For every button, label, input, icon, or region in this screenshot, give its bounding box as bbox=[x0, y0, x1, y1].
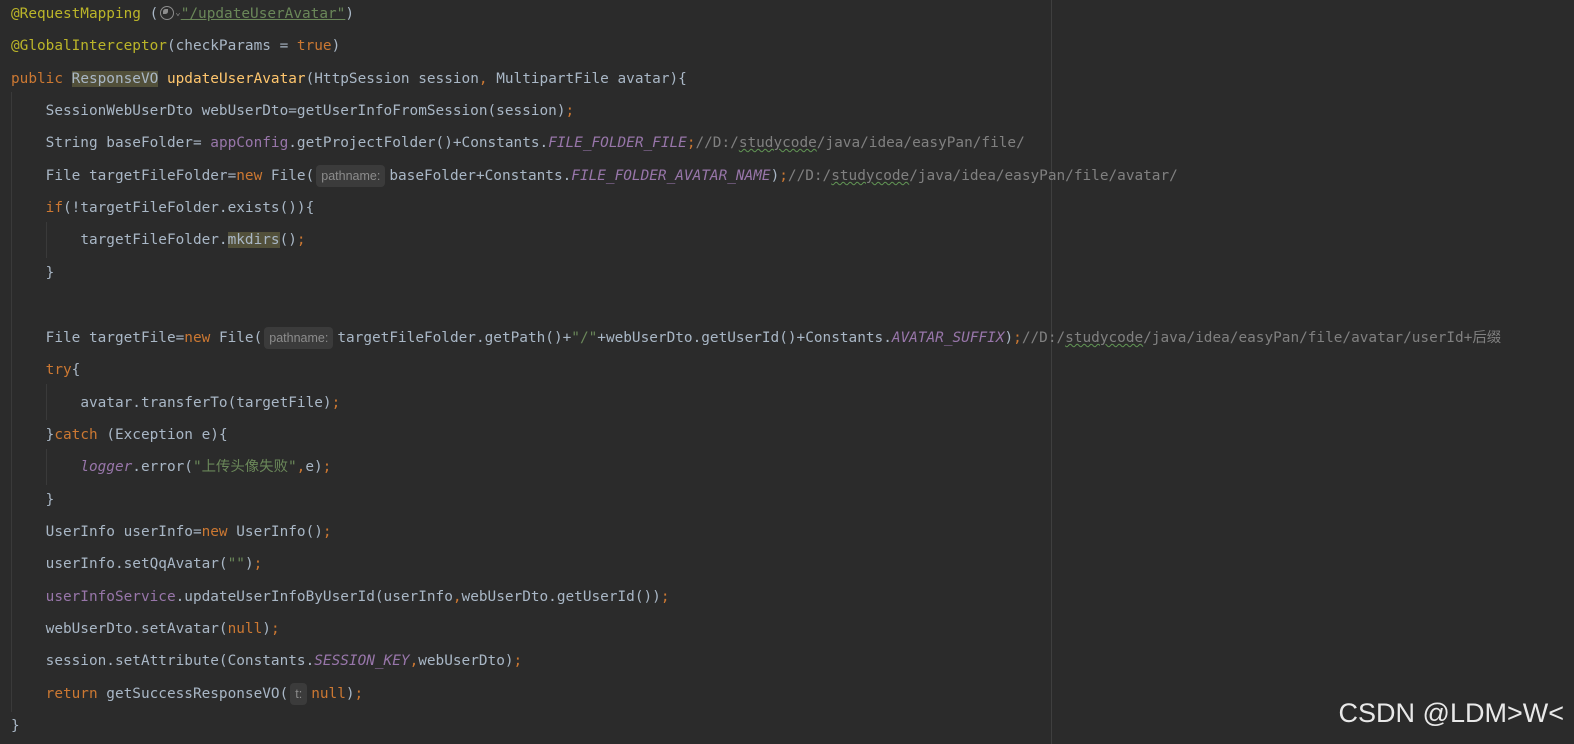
code-line-4[interactable]: SessionWebUserDto webUserDto=getUserInfo… bbox=[11, 99, 575, 123]
code-line-18[interactable]: userInfo.setQqAvatar(""); bbox=[11, 552, 263, 576]
code-line-19[interactable]: userInfoService.updateUserInfoByUserId(u… bbox=[11, 585, 670, 609]
parameter-hint: pathname: bbox=[316, 165, 386, 187]
right-margin-guide bbox=[1051, 0, 1052, 744]
code-line-9[interactable]: } bbox=[11, 261, 55, 285]
code-line-23[interactable]: } bbox=[11, 714, 20, 738]
code-line-7[interactable]: if(!targetFileFolder.exists()){ bbox=[11, 196, 315, 220]
method-name[interactable]: updateUserAvatar bbox=[167, 71, 306, 87]
code-line-13[interactable]: avatar.transferTo(targetFile); bbox=[11, 391, 340, 415]
globe-icon[interactable] bbox=[160, 5, 175, 20]
mkdirs-highlight[interactable]: mkdirs bbox=[227, 232, 280, 248]
parameter-hint: pathname: bbox=[264, 327, 334, 349]
code-line-5[interactable]: String baseFolder= appConfig.getProjectF… bbox=[11, 131, 1025, 155]
code-line-11[interactable]: File targetFile=new File(pathname: target… bbox=[11, 326, 1501, 350]
code-line-12[interactable]: try{ bbox=[11, 358, 81, 382]
parameter-hint: t: bbox=[290, 683, 308, 705]
code-line-6[interactable]: File targetFileFolder=new File(pathname:… bbox=[11, 164, 1178, 188]
code-line-3[interactable]: public ResponseVO updateUserAvatar(HttpS… bbox=[11, 67, 687, 91]
global-interceptor-annotation: @GlobalInterceptor bbox=[11, 38, 167, 54]
endpoint-url-link[interactable]: "/updateUserAvatar" bbox=[181, 6, 346, 22]
code-line-22[interactable]: return getSuccessResponseVO(t: null); bbox=[11, 682, 363, 706]
code-line-2[interactable]: @GlobalInterceptor(checkParams = true) bbox=[11, 34, 340, 58]
request-mapping-annotation: @RequestMapping bbox=[11, 6, 141, 22]
code-line-14[interactable]: }catch (Exception e){ bbox=[11, 423, 228, 447]
code-line-15[interactable]: logger.error("上传头像失败",e); bbox=[11, 455, 331, 479]
code-line-17[interactable]: UserInfo userInfo=new UserInfo(); bbox=[11, 520, 332, 544]
code-line-21[interactable]: session.setAttribute(Constants.SESSION_K… bbox=[11, 649, 523, 673]
code-line-8[interactable]: targetFileFolder.mkdirs(); bbox=[11, 228, 306, 252]
code-line-16[interactable]: } bbox=[11, 488, 55, 512]
watermark: CSDN @LDM>W< bbox=[1338, 698, 1564, 728]
code-line-1[interactable]: @RequestMapping (⌄"/updateUserAvatar") bbox=[11, 2, 354, 26]
code-line-20[interactable]: webUserDto.setAvatar(null); bbox=[11, 617, 280, 641]
code-editor[interactable]: @RequestMapping (⌄"/updateUserAvatar") @… bbox=[0, 0, 1574, 744]
return-type-highlight[interactable]: ResponseVO bbox=[71, 71, 159, 87]
